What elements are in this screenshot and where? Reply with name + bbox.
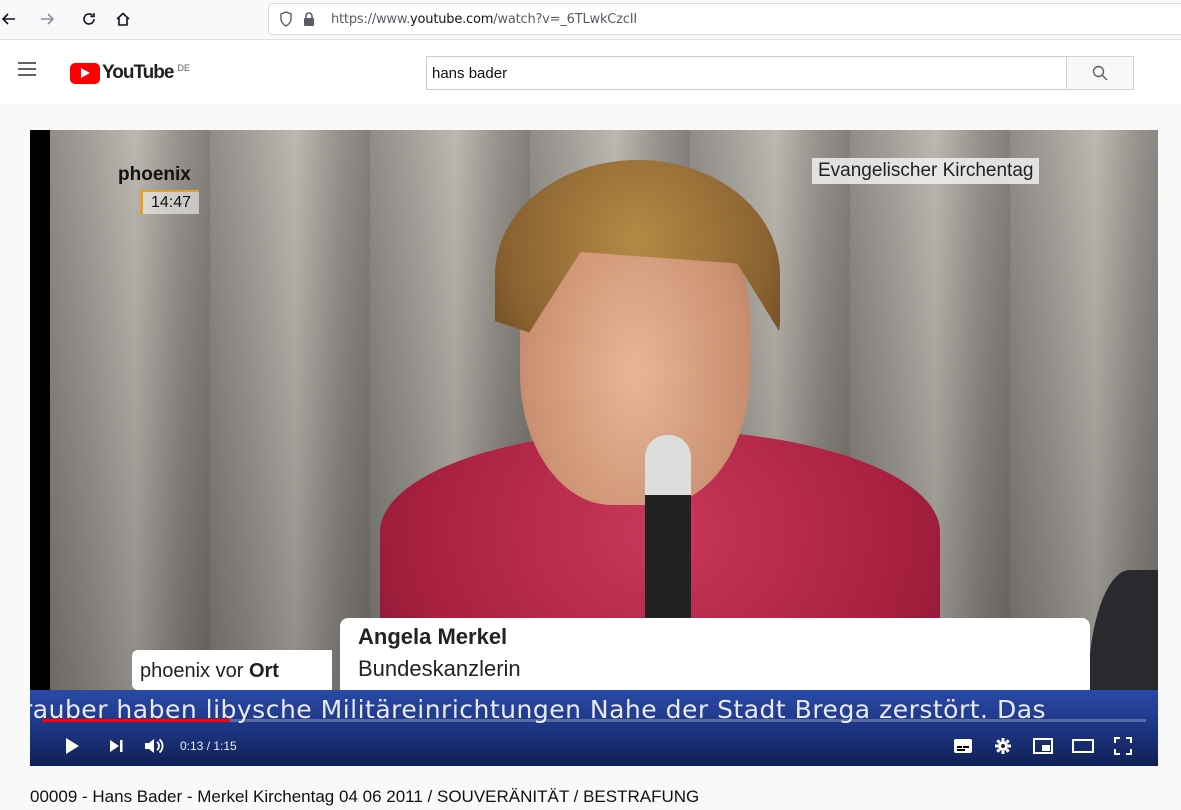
search-input[interactable]: hans bader [426,56,1066,90]
program-name: phoenix vor Ort [132,650,332,690]
theater-mode-icon [1072,739,1094,753]
reload-icon [83,13,95,25]
youtube-header: YouTube DE hans bader [0,40,1181,104]
event-label: Evangelischer Kirchentag [812,158,1040,184]
home-icon [116,12,130,26]
miniplayer-icon [1033,738,1053,754]
skip-next-icon [110,740,123,752]
program-name-prefix: phoenix vor [140,660,249,682]
progress-bar[interactable] [42,719,1146,722]
back-button[interactable] [0,5,24,33]
video-title: 00009 - Hans Bader - Merkel Kirchentag 0… [30,787,700,806]
channel-logo: phoenix [118,164,191,185]
fullscreen-icon [1114,737,1132,755]
search-button[interactable] [1066,56,1134,90]
video-player[interactable]: phoenix 14:47 Evangelischer Kirchentag A… [30,130,1158,766]
back-arrow-icon [1,13,15,25]
lock-icon[interactable] [303,11,315,27]
youtube-logo[interactable]: YouTube DE [70,62,190,84]
volume-icon [145,738,164,754]
volume-button[interactable] [142,734,168,758]
captions-icon [954,739,972,753]
miniplayer-button[interactable] [1030,734,1056,758]
region-code: DE [177,63,190,73]
fullscreen-button[interactable] [1110,734,1136,758]
address-bar[interactable]: https://www.youtube.com/watch?v=_6TLwkCz… [268,3,1181,35]
speaker-name: Angela Merkel [358,624,508,649]
broadcast-clock: 14:47 [140,190,200,214]
settings-button[interactable] [990,734,1016,758]
url-domain: youtube.com [410,12,494,27]
program-name-bold: Ort [248,660,279,682]
tracking-shield-icon[interactable] [279,11,293,27]
url-path: /watch?v=_6TLwkCzcII [493,12,637,27]
speaker-role: Bundeskanzlerin [358,656,521,681]
search-icon [1092,65,1108,81]
browser-toolbar: https://www.youtube.com/watch?v=_6TLwkCz… [0,0,1181,40]
reload-button[interactable] [74,5,104,33]
youtube-play-icon [70,62,100,84]
video-frame: phoenix 14:47 Evangelischer Kirchentag A… [50,130,1158,766]
player-controls: 0:13 / 1:15 [30,726,1158,766]
logo-text: YouTube [102,62,174,83]
url-prefix: https://www. [331,12,411,27]
play-icon [66,738,79,754]
menu-icon[interactable] [18,62,36,76]
url-text[interactable]: https://www.youtube.com/watch?v=_6TLwkCz… [331,12,637,27]
play-button[interactable] [60,734,84,758]
gear-icon [995,738,1011,754]
time-display: 0:13 / 1:15 [180,739,237,753]
home-button[interactable] [108,5,138,33]
next-button[interactable] [104,734,128,758]
forward-button[interactable] [32,5,62,33]
search-query: hans bader [432,65,508,82]
subtitles-button[interactable] [950,734,976,758]
lower-third: Angela Merkel Bundeskanzlerin [340,618,1090,696]
theater-mode-button[interactable] [1070,734,1096,758]
forward-arrow-icon [41,13,55,25]
progress-played [42,719,230,722]
